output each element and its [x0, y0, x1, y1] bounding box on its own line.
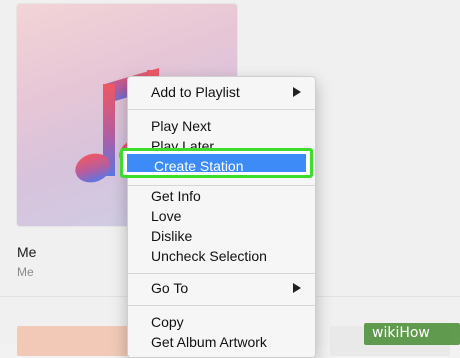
- menu-item-label: Create Station: [154, 158, 244, 174]
- menu-item-label: Dislike: [151, 228, 193, 244]
- menu-separator: [128, 305, 315, 306]
- menu-item-label: Add to Playlist: [151, 84, 240, 100]
- menu-item-label: Copy: [151, 314, 184, 330]
- submenu-arrow-icon: [293, 283, 301, 293]
- context-menu: Add to Playlist Play Next Play Later Get…: [127, 76, 316, 358]
- watermark-logo: wikiHow: [364, 323, 460, 345]
- watermark-text: wikiHow: [372, 325, 430, 341]
- menu-item-label: Get Album Artwork: [151, 334, 267, 350]
- menu-item-copy[interactable]: Copy: [128, 311, 315, 333]
- menu-item-label: Love: [151, 208, 182, 224]
- menu-item-uncheck-selection[interactable]: Uncheck Selection: [128, 245, 315, 267]
- album-artist[interactable]: Me: [17, 265, 34, 279]
- album-artwork-next[interactable]: [17, 326, 137, 356]
- menu-item-label: Get Info: [151, 188, 201, 204]
- menu-item-play-next[interactable]: Play Next: [128, 115, 315, 137]
- menu-item-love[interactable]: Love: [128, 205, 315, 227]
- menu-item-create-station[interactable]: Create Station: [120, 148, 313, 178]
- album-title[interactable]: Me: [17, 244, 36, 260]
- menu-item-label: Uncheck Selection: [151, 248, 267, 264]
- menu-item-go-to[interactable]: Go To: [128, 277, 315, 299]
- menu-item-label: Go To: [151, 280, 189, 296]
- menu-item-get-album-artwork[interactable]: Get Album Artwork: [128, 331, 315, 353]
- selection-highlight: Create Station: [127, 154, 306, 174]
- submenu-arrow-icon: [293, 87, 301, 97]
- menu-separator: [128, 109, 315, 110]
- menu-item-get-info[interactable]: Get Info: [128, 185, 315, 207]
- menu-item-add-to-playlist[interactable]: Add to Playlist: [128, 81, 315, 103]
- menu-item-label: Play Next: [151, 118, 211, 134]
- menu-item-dislike[interactable]: Dislike: [128, 225, 315, 247]
- menu-separator: [128, 273, 315, 274]
